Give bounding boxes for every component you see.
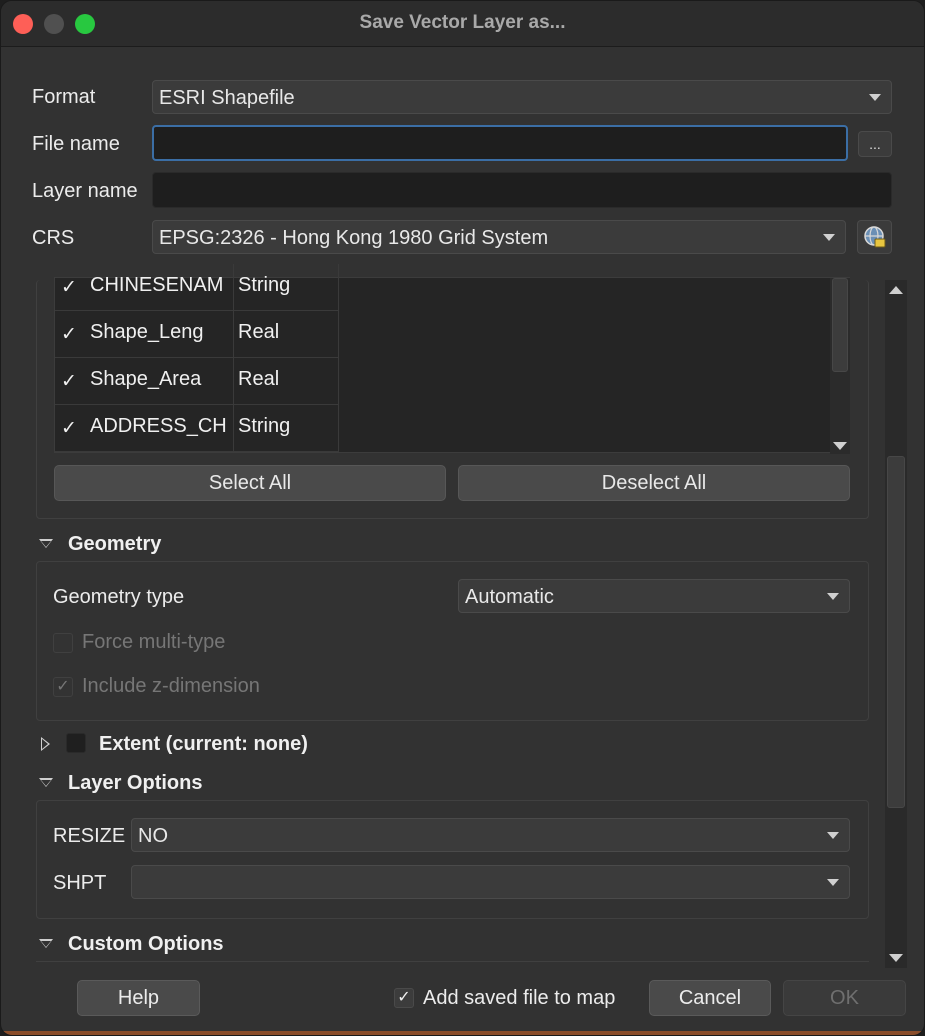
geometry-type-label: Geometry type bbox=[53, 586, 185, 608]
chevron-down-icon bbox=[823, 234, 835, 241]
field-checkbox[interactable]: ✓ bbox=[61, 417, 77, 440]
help-button[interactable]: Help bbox=[77, 980, 200, 1016]
crs-label: CRS bbox=[32, 227, 75, 249]
field-type: String bbox=[238, 415, 291, 437]
collapse-triangle-icon[interactable] bbox=[39, 539, 53, 548]
crs-value: EPSG:2326 - Hong Kong 1980 Grid System bbox=[159, 227, 549, 249]
expand-triangle-icon[interactable] bbox=[41, 737, 50, 751]
geometry-section-header[interactable]: Geometry bbox=[68, 533, 161, 556]
column-divider bbox=[338, 264, 339, 311]
column-divider bbox=[233, 264, 234, 311]
force-multi-type-label: Force multi-type bbox=[82, 631, 226, 653]
window-title: Save Vector Layer as... bbox=[359, 12, 566, 33]
field-type: Real bbox=[238, 368, 280, 390]
custom-options-divider bbox=[36, 961, 869, 962]
table-row[interactable]: ✓ CHINESENAM String bbox=[55, 264, 339, 311]
field-name: Shape_Leng bbox=[90, 321, 204, 343]
resize-label: RESIZE bbox=[53, 825, 126, 847]
main-scrollbar-thumb[interactable] bbox=[887, 456, 905, 808]
table-row[interactable]: ✓ Shape_Leng Real bbox=[55, 311, 339, 358]
field-type: Real bbox=[238, 321, 280, 343]
scroll-down-icon[interactable] bbox=[889, 954, 903, 962]
layername-input[interactable] bbox=[152, 172, 892, 208]
ok-button[interactable]: OK bbox=[783, 980, 906, 1016]
layername-label: Layer name bbox=[32, 180, 138, 202]
chevron-down-icon bbox=[827, 832, 839, 839]
ellipsis-icon: ... bbox=[869, 136, 881, 152]
include-z-label: Include z-dimension bbox=[82, 675, 260, 697]
collapse-triangle-icon[interactable] bbox=[39, 778, 53, 787]
column-divider bbox=[233, 405, 234, 452]
geometry-type-value: Automatic bbox=[465, 586, 554, 608]
shpt-label: SHPT bbox=[53, 872, 107, 894]
table-row[interactable]: ✓ ADDRESS_CH String bbox=[55, 405, 339, 452]
main-scrollbar[interactable] bbox=[885, 280, 907, 968]
format-label: Format bbox=[32, 86, 96, 108]
fields-table: ✓ CHINESENAM String ✓ Shape_Leng Real ✓ … bbox=[54, 264, 850, 454]
deselect-all-button[interactable]: Deselect All bbox=[458, 465, 850, 501]
geometry-type-select[interactable]: Automatic bbox=[458, 579, 850, 613]
field-type: String bbox=[238, 274, 291, 296]
scroll-down-icon[interactable] bbox=[833, 442, 847, 450]
layer-options-section-header[interactable]: Layer Options bbox=[68, 772, 202, 795]
column-divider bbox=[233, 311, 234, 358]
field-name: Shape_Area bbox=[90, 368, 202, 390]
field-name: ADDRESS_CH bbox=[90, 415, 227, 437]
field-checkbox[interactable]: ✓ bbox=[61, 323, 77, 346]
window-bottom-edge bbox=[1, 1031, 924, 1035]
title-bar: Save Vector Layer as... bbox=[1, 1, 924, 47]
crs-select[interactable]: EPSG:2326 - Hong Kong 1980 Grid System bbox=[152, 220, 846, 254]
field-name: CHINESENAM bbox=[90, 274, 224, 296]
chevron-down-icon bbox=[869, 94, 881, 101]
save-vector-layer-dialog: Save Vector Layer as... Format ESRI Shap… bbox=[0, 0, 925, 1036]
chevron-down-icon bbox=[827, 593, 839, 600]
column-divider bbox=[338, 311, 339, 358]
chevron-down-icon bbox=[827, 879, 839, 886]
scroll-up-icon[interactable] bbox=[889, 286, 903, 294]
select-all-button[interactable]: Select All bbox=[54, 465, 446, 501]
globe-icon bbox=[863, 226, 885, 248]
include-z-checkbox[interactable]: ✓ bbox=[53, 677, 73, 697]
add-to-map-label: Add saved file to map bbox=[423, 987, 616, 1009]
table-row[interactable]: ✓ Shape_Area Real bbox=[55, 358, 339, 405]
filename-label: File name bbox=[32, 133, 120, 155]
extent-section-header[interactable]: Extent (current: none) bbox=[99, 733, 308, 756]
table-scrollbar[interactable] bbox=[830, 278, 850, 454]
custom-options-section-header[interactable]: Custom Options bbox=[68, 933, 224, 956]
add-to-map-checkbox[interactable]: ✓ bbox=[394, 988, 414, 1008]
extent-checkbox[interactable] bbox=[66, 733, 86, 753]
cancel-button[interactable]: Cancel bbox=[649, 980, 771, 1016]
crs-selector-button[interactable] bbox=[857, 220, 892, 254]
browse-file-button[interactable]: ... bbox=[858, 131, 892, 157]
resize-select[interactable]: NO bbox=[131, 818, 850, 852]
collapse-triangle-icon[interactable] bbox=[39, 939, 53, 948]
format-select[interactable]: ESRI Shapefile bbox=[152, 80, 892, 114]
shpt-select[interactable] bbox=[131, 865, 850, 899]
filename-input[interactable] bbox=[152, 125, 848, 161]
column-divider bbox=[338, 405, 339, 452]
field-checkbox[interactable]: ✓ bbox=[61, 276, 77, 299]
format-value: ESRI Shapefile bbox=[159, 87, 295, 109]
force-multi-type-checkbox[interactable] bbox=[53, 633, 73, 653]
column-divider bbox=[233, 358, 234, 405]
column-divider bbox=[338, 358, 339, 405]
resize-value: NO bbox=[138, 825, 168, 847]
table-scrollbar-thumb[interactable] bbox=[832, 278, 848, 372]
field-checkbox[interactable]: ✓ bbox=[61, 370, 77, 393]
